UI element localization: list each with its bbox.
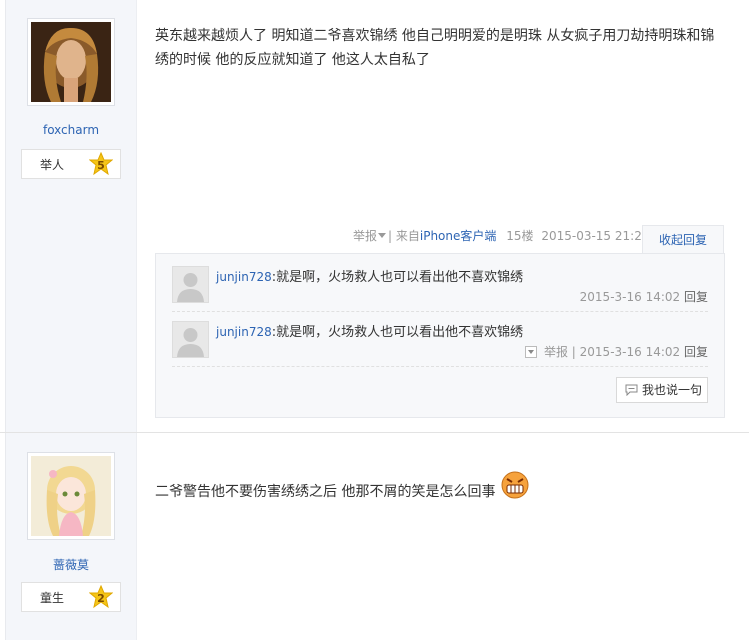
avatar-image-foxcharm [31, 22, 111, 102]
default-avatar-icon [173, 267, 208, 302]
reply-username[interactable]: junjin728 [216, 325, 272, 339]
level-title: 童生 [40, 591, 65, 605]
user-avatar[interactable] [27, 18, 115, 106]
username-link[interactable]: 蔷薇莫 [6, 556, 136, 573]
source-prefix: | 来自 [388, 229, 420, 243]
user-level-badge[interactable]: 举人 5 [21, 149, 121, 179]
chevron-down-icon[interactable] [378, 233, 387, 239]
reply-link[interactable]: 回复 [684, 290, 708, 304]
add-comment-label: 我也说一句 [642, 383, 703, 397]
reply-avatar[interactable] [172, 266, 209, 303]
reply-text: :就是啊，火场救人也可以看出他不喜欢锦绣 [271, 270, 524, 285]
angry-grin-emoji-icon [501, 471, 529, 499]
username-link[interactable]: foxcharm [6, 123, 136, 137]
post-content: 二爷警告他不要伤害绣绣之后 他那不屑的笑是怎么回事 [155, 470, 715, 504]
floor-number: 15楼 [506, 229, 534, 243]
avatar-image-anime-girl [31, 456, 111, 536]
reply-username[interactable]: junjin728 [216, 270, 272, 284]
reply-link[interactable]: 回复 [684, 345, 708, 359]
star-badge-icon: 5 [89, 152, 113, 176]
reply-meta: 举报 | 2015-3-16 14:02 回复 [525, 343, 708, 360]
default-avatar-icon [173, 322, 208, 357]
reply-divider [172, 366, 708, 367]
user-level-badge[interactable]: 童生 2 [21, 582, 121, 612]
report-link[interactable]: 举报 [353, 229, 377, 243]
level-title: 举人 [40, 158, 65, 172]
reply-time: 2015-3-16 14:02 [579, 290, 681, 304]
add-comment-button[interactable]: 我也说一句 [616, 377, 708, 403]
reply-item: junjin728:就是啊，火场救人也可以看出他不喜欢锦绣 2015-3-16 … [172, 266, 708, 321]
comment-bubble-icon [625, 384, 638, 396]
collapse-replies-button[interactable]: 收起回复 [642, 225, 724, 254]
reply-time: 2015-3-16 14:02 [579, 345, 681, 359]
level-number: 2 [97, 592, 105, 605]
author-sidebar: 蔷薇莫 童生 2 [5, 433, 137, 640]
post-time: 2015-03-15 21:20 [541, 229, 650, 243]
reply-avatar[interactable] [172, 321, 209, 358]
source-client-link[interactable]: iPhone客户端 [420, 229, 497, 243]
post-floor-next: 蔷薇莫 童生 2 二爷警告他不要伤害绣绣之后 他那不屑的笑是怎么回事 [0, 433, 749, 640]
post-floor-15: foxcharm 举人 5 英东越来越烦人了 明知道二爷喜欢锦绣 他自己明明爱的… [0, 0, 749, 433]
level-number: 5 [97, 159, 105, 172]
reply-list: junjin728:就是啊，火场救人也可以看出他不喜欢锦绣 2015-3-16 … [155, 253, 725, 418]
post-content: 英东越来越烦人了 明知道二爷喜欢锦绣 他自己明明爱的是明珠 从女疯子用刀劫持明珠… [155, 28, 715, 68]
chevron-down-icon[interactable] [525, 346, 538, 358]
post-text: 二爷警告他不要伤害绣绣之后 他那不屑的笑是怎么回事 [155, 484, 496, 500]
post-meta: 举报 | 来自iPhone客户端 15楼 2015-03-15 21:20 [353, 227, 649, 244]
reply-divider [172, 311, 708, 312]
reply-text: :就是啊，火场救人也可以看出他不喜欢锦绣 [271, 325, 524, 340]
star-badge-icon: 2 [89, 585, 113, 609]
reply-report-link[interactable]: 举报 | [544, 345, 576, 359]
reply-meta: 2015-3-16 14:02 回复 [580, 288, 708, 305]
user-avatar[interactable] [27, 452, 115, 540]
reply-item: junjin728:就是啊，火场救人也可以看出他不喜欢锦绣 举报 | 2015-… [172, 321, 708, 376]
author-sidebar: foxcharm 举人 5 [5, 0, 137, 432]
